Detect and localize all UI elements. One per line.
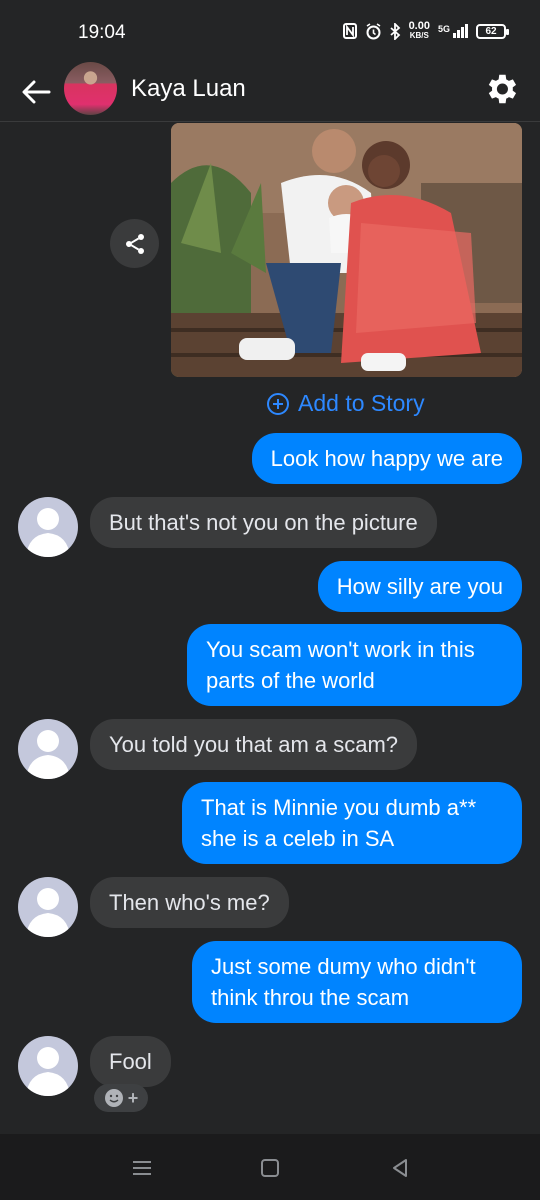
nfc-icon [342,23,357,39]
network-speed: 0.00 KB/S [408,20,430,41]
bluetooth-icon [389,22,400,40]
shared-photo[interactable] [171,123,522,377]
back-button[interactable] [18,74,54,110]
sender-avatar[interactable] [18,719,78,779]
battery-icon: 62 [476,23,509,39]
gear-icon [488,74,517,104]
default-user-icon [26,1047,70,1096]
add-reaction-button[interactable]: + [94,1084,148,1112]
default-user-icon [26,508,70,557]
default-user-icon [26,888,70,937]
recents-button[interactable] [130,1156,154,1180]
message-bubble[interactable]: But that's not you on the picture [90,497,437,548]
message-bubble[interactable]: That is Minnie you dumb a** she is a cel… [182,782,522,864]
signal-icon: 5G [438,24,468,38]
message-bubble[interactable]: You scam won't work in this parts of the… [187,624,522,706]
add-reaction-icon [104,1089,123,1107]
status-icons: 0.00 KB/S 5G 62 [342,20,509,41]
status-bar: 19:04 0.00 KB/S 5G 62 [0,0,540,62]
alarm-icon [366,22,381,39]
triangle-back-icon [393,1159,407,1177]
contact-avatar[interactable] [64,62,117,115]
plus-circle-icon [267,392,289,415]
message-bubble[interactable]: Then who's me? [90,877,289,928]
network-type: 5G [437,24,450,34]
message-bubble[interactable]: Fool [90,1036,171,1087]
chat-header: Kaya Luan [0,62,540,122]
sender-avatar[interactable] [18,497,78,557]
message-bubble[interactable]: Just some dumy who didn't think throu th… [192,941,522,1023]
sender-avatar[interactable] [18,1036,78,1096]
status-time: 19:04 [78,22,126,43]
add-to-story-button[interactable]: Add to Story [266,390,425,417]
sender-avatar[interactable] [18,877,78,937]
menu-icon [133,1161,151,1175]
square-icon [261,1159,279,1177]
back-nav-button[interactable] [388,1156,412,1180]
reaction-plus: + [127,1087,139,1108]
settings-button[interactable] [482,70,520,108]
default-user-icon [26,730,70,779]
contact-name[interactable]: Kaya Luan [131,75,246,103]
message-bubble[interactable]: Look how happy we are [251,433,522,484]
share-button[interactable] [110,219,159,268]
arrow-left-icon [22,80,51,104]
system-nav-bar [0,1134,540,1200]
battery-level: 62 [485,25,497,37]
message-bubble[interactable]: You told you that am a scam? [90,719,418,770]
photo-illustration [171,123,522,377]
share-icon [125,233,144,254]
add-to-story-label: Add to Story [298,390,425,416]
home-button[interactable] [258,1156,282,1180]
message-bubble[interactable]: How silly are you [317,561,522,612]
speed-value: 0.00 [408,20,430,32]
speed-unit: KB/S [409,31,429,40]
